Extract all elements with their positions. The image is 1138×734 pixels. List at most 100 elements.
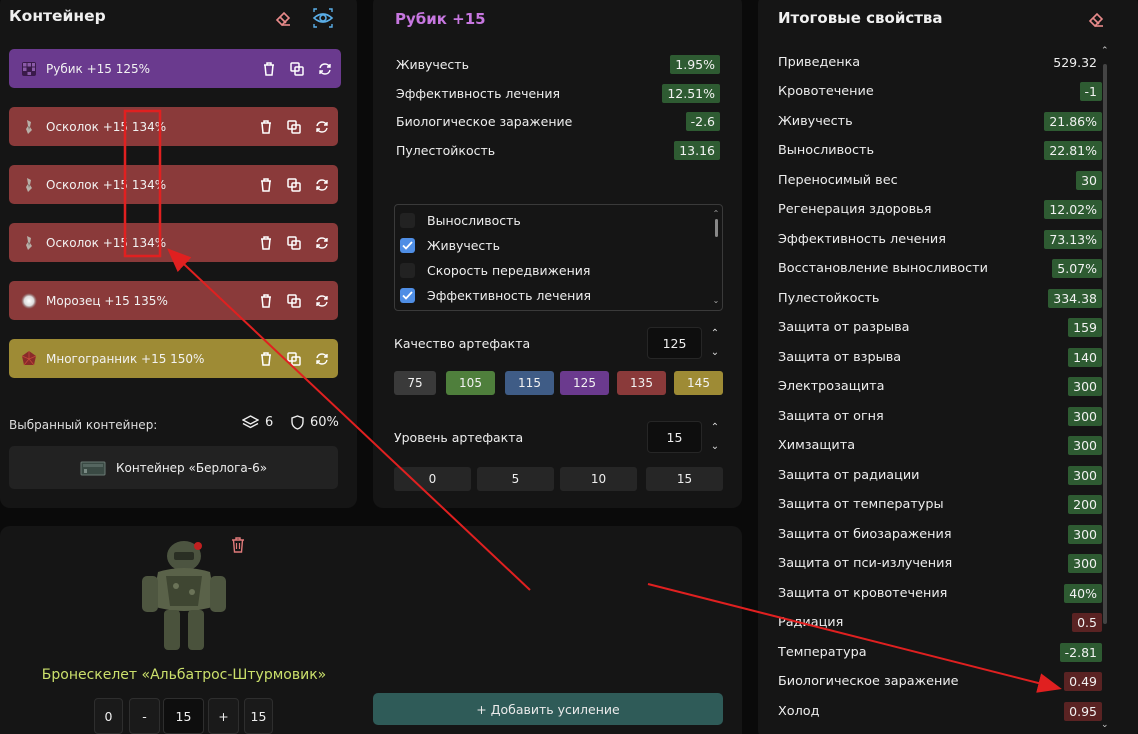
- quality-option-button[interactable]: 145: [674, 371, 723, 395]
- result-label: Защита от взрыва: [778, 349, 902, 365]
- result-label: Выносливость: [778, 143, 875, 158]
- result-stat-row: Живучесть 21.86%: [778, 109, 1102, 133]
- checkbox[interactable]: [400, 212, 415, 228]
- trash-icon[interactable]: [258, 235, 274, 251]
- container-item[interactable]: Рубик +15 125%: [9, 49, 341, 88]
- stat-value: -2.6: [685, 111, 720, 131]
- trash-icon[interactable]: [258, 177, 274, 193]
- refresh-icon[interactable]: [317, 61, 333, 77]
- level-input[interactable]: 15: [647, 421, 702, 453]
- armor-image: [136, 536, 232, 656]
- refresh-icon[interactable]: [314, 351, 330, 367]
- level-option-button[interactable]: 5: [477, 467, 554, 491]
- armor-level-minus-button[interactable]: -: [129, 698, 160, 734]
- artifact-frost-icon: [19, 291, 39, 311]
- quality-input[interactable]: 125: [647, 327, 702, 359]
- quality-option-button[interactable]: 75: [394, 371, 436, 395]
- protection-value: 60%: [291, 415, 339, 430]
- refresh-icon[interactable]: [314, 293, 330, 309]
- delete-armor-icon[interactable]: [229, 536, 247, 554]
- result-label: Электрозащита: [778, 379, 885, 394]
- copy-icon[interactable]: [286, 351, 302, 367]
- result-stat-row: Выносливость 22.81%: [778, 139, 1102, 163]
- result-label: Приведенка: [778, 54, 861, 70]
- container-item-name: Многогранник +15 150%: [46, 351, 205, 366]
- result-value: -1: [1079, 82, 1102, 101]
- trash-icon[interactable]: [258, 293, 274, 309]
- quality-option-button[interactable]: 125: [560, 371, 609, 395]
- checkbox[interactable]: [400, 287, 415, 303]
- refresh-icon[interactable]: [314, 235, 330, 251]
- result-value: 12.02%: [1044, 200, 1102, 219]
- copy-icon[interactable]: [286, 293, 302, 309]
- add-upgrade-button[interactable]: + Добавить усиление: [373, 693, 723, 725]
- eye-icon[interactable]: [312, 7, 334, 29]
- result-stat-row: Эффективность лечения 73.13%: [778, 227, 1102, 251]
- trash-icon[interactable]: [261, 61, 277, 77]
- result-stat-row: Защита от огня 300: [778, 404, 1102, 428]
- stat-filter-item[interactable]: Выносливость: [400, 209, 521, 231]
- eraser-icon[interactable]: [273, 8, 293, 28]
- result-label: Защита от огня: [778, 408, 884, 424]
- container-item-name: Осколок +15 134%: [46, 235, 167, 250]
- container-item[interactable]: Осколок +15 134%: [9, 223, 338, 262]
- result-value: 0.5: [1072, 613, 1102, 632]
- filter-label: Выносливость: [427, 212, 521, 228]
- artifact-stat-row: Биологическое заражение -2.6: [396, 109, 720, 133]
- result-label: Восстановление выносливости: [778, 261, 988, 276]
- eraser-icon[interactable]: [1086, 9, 1106, 29]
- filter-label: Скорость передвижения: [427, 262, 591, 278]
- container-item[interactable]: Многогранник +15 150%: [9, 339, 338, 378]
- armor-level-min[interactable]: 0: [94, 698, 123, 734]
- stat-value: 1.95%: [670, 54, 720, 74]
- stat-filter-item[interactable]: Эффективность лечения: [400, 284, 591, 306]
- result-label: Переносимый вес: [778, 172, 898, 188]
- result-title: Итоговые свойства: [778, 9, 943, 27]
- quality-option-button[interactable]: 115: [505, 371, 554, 395]
- result-label: Холод: [778, 703, 820, 719]
- stat-filter-item[interactable]: Живучесть: [400, 234, 500, 256]
- result-stat-row: Биологическое заражение 0.49: [778, 670, 1102, 694]
- result-scrollbar[interactable]: ⌃ ⌄: [1101, 46, 1109, 730]
- armor-level-max[interactable]: 15: [244, 698, 273, 734]
- level-option-button[interactable]: 0: [394, 467, 471, 491]
- result-value: 334.38: [1048, 288, 1102, 308]
- quality-option-button[interactable]: 135: [617, 371, 666, 395]
- checkbox[interactable]: [400, 237, 415, 253]
- result-stat-row: Защита от разрыва 159: [778, 316, 1102, 340]
- quality-option-button[interactable]: 105: [446, 371, 495, 395]
- result-stat-row: Защита от радиации 300: [778, 463, 1102, 487]
- level-option-button[interactable]: 10: [560, 467, 637, 491]
- copy-icon[interactable]: [289, 61, 305, 77]
- result-stat-row: Защита от температуры 200: [778, 493, 1102, 517]
- refresh-icon[interactable]: [314, 119, 330, 135]
- level-label: Уровень артефакта: [394, 430, 524, 445]
- result-value: 300: [1068, 465, 1102, 485]
- level-stepper[interactable]: ⌃ ⌄: [709, 422, 721, 452]
- checkbox[interactable]: [400, 262, 415, 278]
- level-option-button[interactable]: 15: [646, 467, 723, 491]
- container-item-name: Осколок +15 134%: [46, 177, 167, 192]
- artifact-stat-row: Пулестойкость 13.16: [396, 138, 720, 162]
- container-item[interactable]: Осколок +15 134%: [9, 165, 338, 204]
- copy-icon[interactable]: [286, 177, 302, 193]
- armor-level-plus-button[interactable]: +: [208, 698, 239, 734]
- result-label: Эффективность лечения: [778, 231, 946, 247]
- container-select-button[interactable]: Контейнер «Берлога-6»: [9, 446, 338, 489]
- trash-icon[interactable]: [258, 351, 274, 367]
- result-stat-row: Приведенка 529.32: [778, 50, 1102, 74]
- armor-level-input[interactable]: 15: [163, 698, 204, 734]
- copy-icon[interactable]: [286, 119, 302, 135]
- quality-stepper[interactable]: ⌃ ⌄: [709, 328, 721, 358]
- stat-value: 13.16: [674, 140, 720, 160]
- container-item[interactable]: Осколок +15 134%: [9, 107, 338, 146]
- stat-value: 12.51%: [662, 83, 720, 103]
- filter-scrollbar[interactable]: ⌃ ⌄: [713, 209, 720, 305]
- trash-icon[interactable]: [258, 119, 274, 135]
- stat-filter-item[interactable]: Скорость передвижения: [400, 259, 590, 281]
- result-value: 22.81%: [1044, 141, 1102, 160]
- copy-icon[interactable]: [286, 235, 302, 251]
- artifact-stat-row: Эффективность лечения 12.51%: [396, 81, 720, 105]
- container-item[interactable]: Морозец +15 135%: [9, 281, 338, 320]
- refresh-icon[interactable]: [314, 177, 330, 193]
